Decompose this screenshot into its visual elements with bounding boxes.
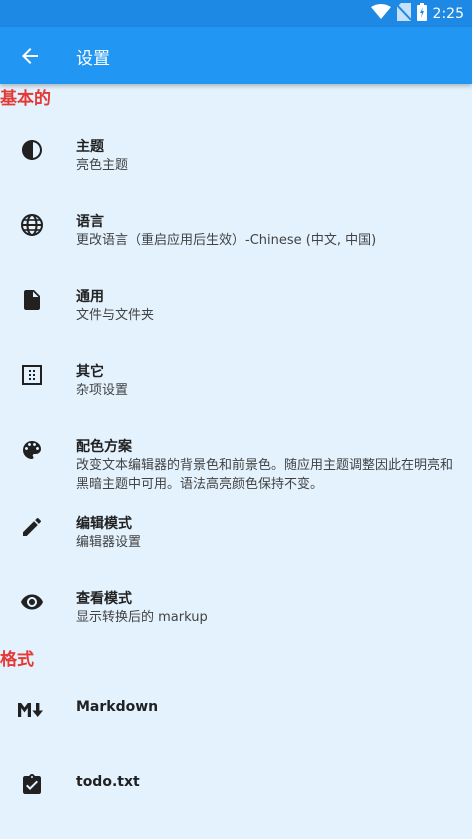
- back-button[interactable]: [18, 44, 42, 68]
- setting-title: 主题: [76, 139, 104, 155]
- wifi-icon: [370, 4, 391, 24]
- eye-icon: [20, 590, 44, 614]
- pencil-icon: [20, 515, 44, 539]
- setting-view-mode[interactable]: 查看模式 显示转换后的 markup: [0, 575, 472, 645]
- section-header-basic: 基本的: [0, 89, 51, 109]
- no-sim-icon: [395, 3, 412, 25]
- setting-color-scheme[interactable]: 配色方案 改变文本编辑器的背景色和前景色。随应用主题调整因此在明亮和黑暗主题中可…: [0, 413, 472, 500]
- setting-title: 查看模式: [76, 591, 132, 607]
- setting-theme[interactable]: 主题 亮色主题: [0, 113, 472, 188]
- status-time: 2:25: [432, 6, 464, 22]
- globe-icon: [20, 213, 44, 237]
- section-header-format: 格式: [0, 650, 34, 670]
- setting-title: Markdown: [76, 699, 159, 715]
- setting-other[interactable]: 其它 杂项设置: [0, 338, 472, 413]
- setting-general[interactable]: 通用 文件与文件夹: [0, 263, 472, 338]
- setting-summary: 亮色主题: [76, 158, 129, 173]
- markdown-icon: [16, 698, 48, 722]
- page-title: 设置: [76, 49, 110, 69]
- format-todo-txt[interactable]: todo.txt: [0, 755, 472, 825]
- setting-title: 其它: [76, 364, 104, 380]
- app-bar: 设置: [0, 27, 472, 84]
- setting-summary: 更改语言（重启应用后生效）-Chinese (中文, 中国): [76, 233, 377, 248]
- setting-summary: 编辑器设置: [76, 535, 142, 550]
- setting-language[interactable]: 语言 更改语言（重启应用后生效）-Chinese (中文, 中国): [0, 188, 472, 263]
- setting-title: 配色方案: [76, 439, 132, 455]
- setting-summary: 文件与文件夹: [76, 308, 155, 323]
- file-icon: [20, 288, 44, 312]
- contrast-icon: [20, 138, 44, 162]
- palette-icon: [20, 438, 44, 462]
- setting-summary: 杂项设置: [76, 383, 129, 398]
- setting-title: todo.txt: [76, 774, 140, 790]
- format-markdown[interactable]: Markdown: [0, 680, 472, 750]
- setting-title: 语言: [76, 214, 104, 230]
- status-bar: 2:25: [0, 0, 472, 27]
- setting-summary: 改变文本编辑器的背景色和前景色。随应用主题调整因此在明亮和黑暗主题中可用。语法高…: [76, 458, 454, 492]
- setting-edit-mode[interactable]: 编辑模式 编辑器设置: [0, 500, 472, 575]
- dots-grid-icon: [20, 363, 44, 387]
- battery-icon: [416, 3, 427, 25]
- setting-summary: 显示转换后的 markup: [76, 610, 208, 625]
- setting-title: 编辑模式: [76, 516, 132, 532]
- setting-title: 通用: [76, 289, 104, 305]
- arrow-back-icon: [18, 48, 42, 72]
- clipboard-check-icon: [20, 773, 44, 797]
